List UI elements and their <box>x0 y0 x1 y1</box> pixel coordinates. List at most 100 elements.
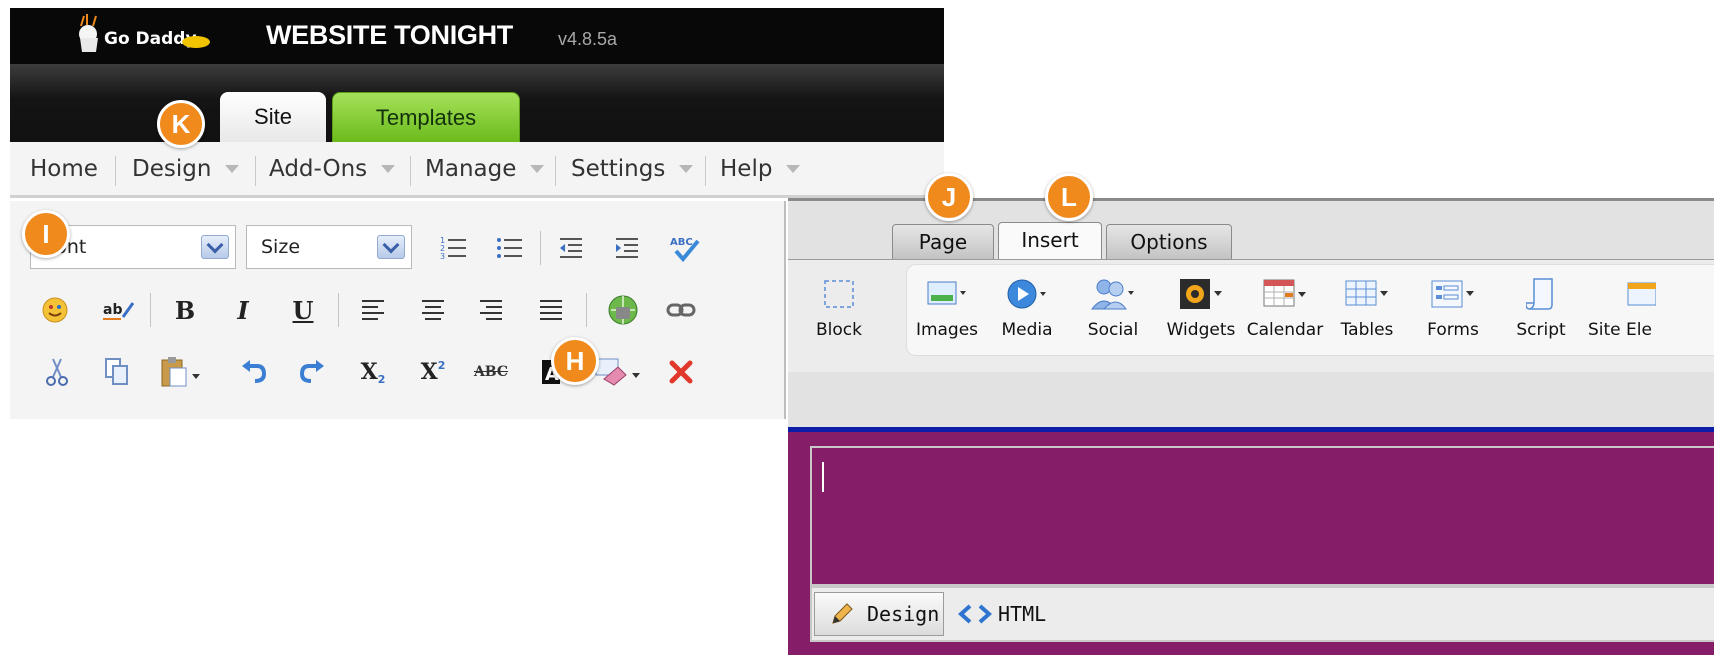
site-elements-icon <box>1627 282 1656 306</box>
menu-add-ons-label: Add-Ons <box>269 156 368 182</box>
header-tab-bar: Site Templates <box>10 64 944 142</box>
ribbon-social[interactable]: Social <box>1072 274 1154 340</box>
content-edit-area[interactable] <box>810 446 1714 586</box>
formatting-toolbar: Font Size 123 ABC ab B I U <box>10 201 786 419</box>
ribbon-label: Block <box>816 320 862 340</box>
menu-manage[interactable]: Manage <box>425 142 545 196</box>
html-mode-label: HTML <box>998 602 1047 626</box>
ribbon-images[interactable]: Images <box>906 274 988 340</box>
size-select[interactable]: Size <box>246 225 412 269</box>
design-mode-button[interactable]: Design <box>814 592 944 636</box>
menu-settings[interactable]: Settings <box>571 142 694 196</box>
chevron-down-icon <box>786 165 801 173</box>
menu-help[interactable]: Help <box>720 142 801 196</box>
ribbon-block[interactable]: Block <box>798 274 880 340</box>
app-version: v4.8.5a <box>558 29 618 49</box>
insert-link-globe-icon[interactable] <box>600 287 646 333</box>
find-replace-icon[interactable]: ab <box>96 287 142 333</box>
align-left-icon[interactable] <box>350 287 396 333</box>
page-editor: Page Insert Options Block Images Media S… <box>788 198 1714 655</box>
subscript-marker: 2 <box>377 372 386 386</box>
callout-badge-i: I <box>22 210 70 258</box>
italic-button[interactable]: I <box>220 287 266 333</box>
close-icon[interactable] <box>658 349 704 395</box>
tab-insert[interactable]: Insert <box>998 222 1102 260</box>
page-canvas: Design HTML <box>788 432 1714 655</box>
html-mode-button[interactable]: HTML <box>954 592 1074 636</box>
widgets-icon <box>1180 279 1222 309</box>
undo-icon[interactable] <box>230 349 276 395</box>
redo-icon[interactable] <box>290 349 336 395</box>
clear-formatting-icon[interactable] <box>590 349 648 395</box>
ribbon-script[interactable]: Script <box>1500 274 1582 340</box>
svg-text:ab: ab <box>103 302 122 318</box>
subscript-button[interactable]: X2 <box>350 349 396 395</box>
link-icon[interactable] <box>658 287 704 333</box>
menu-divider <box>555 156 556 186</box>
ribbon-forms[interactable]: Forms <box>1412 274 1494 340</box>
ribbon-label: Script <box>1516 320 1566 340</box>
toolbar-divider <box>338 293 339 327</box>
bullet-list-icon[interactable] <box>486 225 532 271</box>
outdent-icon[interactable] <box>548 225 594 271</box>
ribbon-widgets[interactable]: Widgets <box>1160 274 1242 340</box>
indent-icon[interactable] <box>604 225 650 271</box>
ribbon-media[interactable]: Media <box>986 274 1068 340</box>
emoticon-icon[interactable] <box>32 287 78 333</box>
numbered-list-icon[interactable]: 123 <box>430 225 476 271</box>
svg-text:ABC: ABC <box>670 237 693 248</box>
forms-icon <box>1431 280 1474 308</box>
toolbar-divider <box>150 293 151 327</box>
tab-options[interactable]: Options <box>1106 224 1232 260</box>
app-header: Go Daddy WEBSITE TONIGHT v4.8.5a <box>10 8 944 64</box>
strikethrough-label: ABC <box>473 364 509 380</box>
ribbon-calendar[interactable]: Calendar <box>1244 274 1326 340</box>
superscript-label: X <box>420 359 438 385</box>
subscript-label: X <box>360 359 378 385</box>
tab-templates[interactable]: Templates <box>332 92 520 142</box>
insert-ribbon: Block Images Media Social Widgets Calend… <box>788 260 1714 372</box>
svg-text:Go Daddy: Go Daddy <box>104 29 197 49</box>
copy-icon[interactable] <box>94 349 140 395</box>
ribbon-label: Widgets <box>1166 320 1236 340</box>
spell-check-icon[interactable]: ABC <box>662 225 708 271</box>
ribbon-tables[interactable]: Tables <box>1326 274 1408 340</box>
ribbon-label: Tables <box>1340 320 1394 340</box>
bold-button[interactable]: B <box>162 287 208 333</box>
menu-design[interactable]: Design <box>132 142 240 196</box>
justify-icon[interactable] <box>528 287 574 333</box>
ribbon-site-elements[interactable]: Site Ele <box>1588 274 1714 340</box>
toolbar-divider <box>540 231 541 265</box>
superscript-button[interactable]: X2 <box>410 349 456 395</box>
callout-badge-k: K <box>157 100 205 148</box>
ribbon-label: Social <box>1087 320 1139 340</box>
menu-home[interactable]: Home <box>30 142 98 196</box>
menu-divider <box>115 156 116 186</box>
tab-page[interactable]: Page <box>892 224 994 260</box>
menu-design-label: Design <box>132 156 212 182</box>
superscript-marker: 2 <box>437 358 446 372</box>
menu-manage-label: Manage <box>425 156 517 182</box>
paste-icon[interactable] <box>154 349 210 395</box>
strikethrough-button[interactable]: ABC <box>468 349 514 395</box>
align-center-icon[interactable] <box>410 287 456 333</box>
cut-icon[interactable] <box>34 349 80 395</box>
ribbon-label: Site Ele <box>1588 320 1652 340</box>
menu-add-ons[interactable]: Add-Ons <box>269 142 396 196</box>
chevron-down-icon[interactable] <box>377 235 405 259</box>
align-right-icon[interactable] <box>468 287 514 333</box>
block-icon <box>824 280 854 308</box>
calendar-icon <box>1263 279 1306 307</box>
godaddy-logo[interactable]: Go Daddy <box>72 12 222 58</box>
design-mode-label: Design <box>867 602 940 626</box>
social-icon <box>1090 279 1134 310</box>
chevron-down-icon[interactable] <box>201 235 229 259</box>
tab-site[interactable]: Site <box>220 92 326 142</box>
menu-divider <box>410 156 411 186</box>
chevron-down-icon <box>225 165 240 173</box>
underline-button[interactable]: U <box>280 287 326 333</box>
chevron-down-icon <box>530 165 545 173</box>
chevron-down-icon <box>679 165 694 173</box>
callout-badge-l: L <box>1045 173 1093 221</box>
media-icon <box>1007 279 1046 309</box>
